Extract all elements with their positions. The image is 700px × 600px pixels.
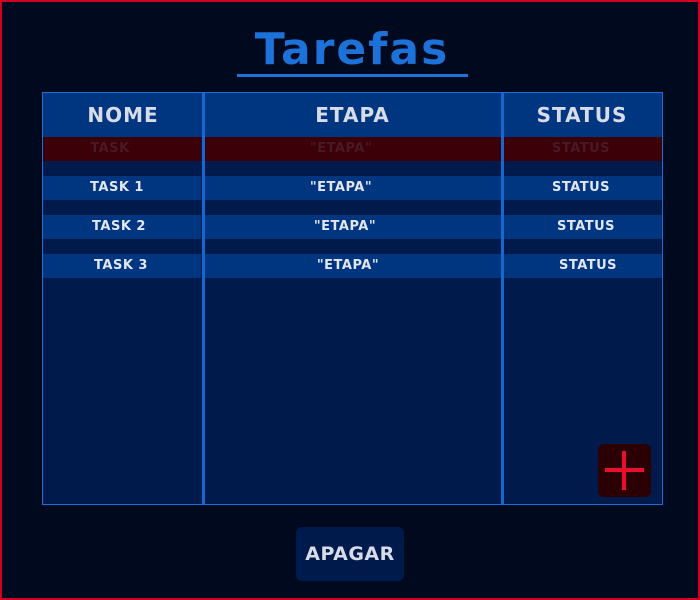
- add-task-button[interactable]: [598, 444, 651, 497]
- task-name: TASK: [90, 141, 130, 156]
- app-window: Tarefas NOME ETAPA STATUS TASK "ETAPA" S…: [0, 0, 700, 600]
- page-title: Tarefas: [254, 24, 450, 75]
- apagar-button[interactable]: APAGAR: [296, 527, 404, 581]
- header-nome: NOME: [87, 103, 159, 127]
- task-status: STATUS: [556, 219, 616, 234]
- task-etapa: "ETAPA": [316, 258, 380, 273]
- task-etapa: "ETAPA": [309, 141, 373, 156]
- table-row[interactable]: TASK 2 "ETAPA" STATUS: [43, 215, 662, 239]
- table-row[interactable]: TASK 1 "ETAPA" STATUS: [43, 176, 662, 200]
- task-status: STATUS: [551, 141, 611, 156]
- task-etapa: "ETAPA": [309, 180, 373, 195]
- header-status: STATUS: [536, 103, 628, 127]
- title-underline: [237, 74, 468, 77]
- task-name: TASK 3: [94, 258, 148, 273]
- table-row-placeholder[interactable]: TASK "ETAPA" STATUS: [43, 137, 662, 161]
- column-divider: [501, 93, 504, 504]
- header-etapa: ETAPA: [315, 103, 390, 127]
- task-status: STATUS: [558, 258, 618, 273]
- table-header: NOME ETAPA STATUS: [43, 93, 662, 137]
- task-name: TASK 1: [90, 180, 144, 195]
- table-row[interactable]: TASK 3 "ETAPA" STATUS: [43, 254, 662, 278]
- task-table: NOME ETAPA STATUS TASK "ETAPA" STATUS TA…: [42, 92, 663, 505]
- task-status: STATUS: [551, 180, 611, 195]
- task-etapa: "ETAPA": [313, 219, 377, 234]
- column-divider: [202, 93, 205, 504]
- task-name: TASK 2: [92, 219, 146, 234]
